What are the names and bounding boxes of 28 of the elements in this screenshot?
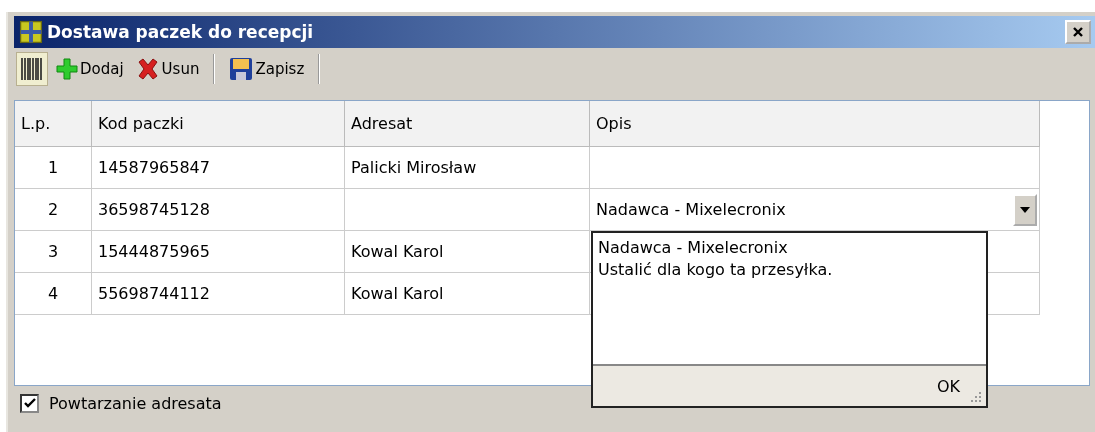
table-cell: 36598745128	[92, 189, 345, 231]
table-cell: 15444875965	[92, 231, 345, 273]
save-button[interactable]: Zapisz	[225, 52, 309, 86]
table-cell: Kowal Karol	[345, 273, 590, 315]
delete-button[interactable]: Usun	[131, 52, 204, 86]
close-button[interactable]	[1065, 20, 1091, 44]
checkmark-icon[interactable]	[23, 397, 36, 409]
checkbox-label[interactable]: Powtarzanie adresata	[49, 393, 222, 413]
column-header[interactable]: Opis	[590, 101, 1040, 147]
package-icon	[18, 19, 44, 45]
table-cell: 55698744112	[92, 273, 345, 315]
window-title: Dostawa paczek do recepcji	[47, 22, 315, 42]
close-icon[interactable]	[1072, 26, 1084, 38]
add-button[interactable]: Dodaj	[52, 52, 128, 86]
ok-button[interactable]: OK	[930, 375, 966, 397]
table-cell: Palicki Mirosław	[345, 147, 590, 189]
table-cell: 1	[15, 147, 92, 189]
column-header[interactable]: Adresat	[345, 101, 590, 147]
table-cell: Kowal Karol	[345, 231, 590, 273]
table-cell: 14587965847	[92, 147, 345, 189]
column-header[interactable]: L.p.	[15, 101, 92, 147]
table-cell: 2	[15, 189, 92, 231]
checkbox[interactable]	[20, 393, 39, 413]
column-header[interactable]: Kod paczki	[92, 101, 345, 147]
resize-grip-icon[interactable]	[970, 391, 982, 403]
table-cell: 3	[15, 231, 92, 273]
table-cell: 4	[15, 273, 92, 315]
memo-field[interactable]: Nadawca - Mixelecronix Ustalić dla kogo ta przesyłka.	[593, 233, 986, 364]
